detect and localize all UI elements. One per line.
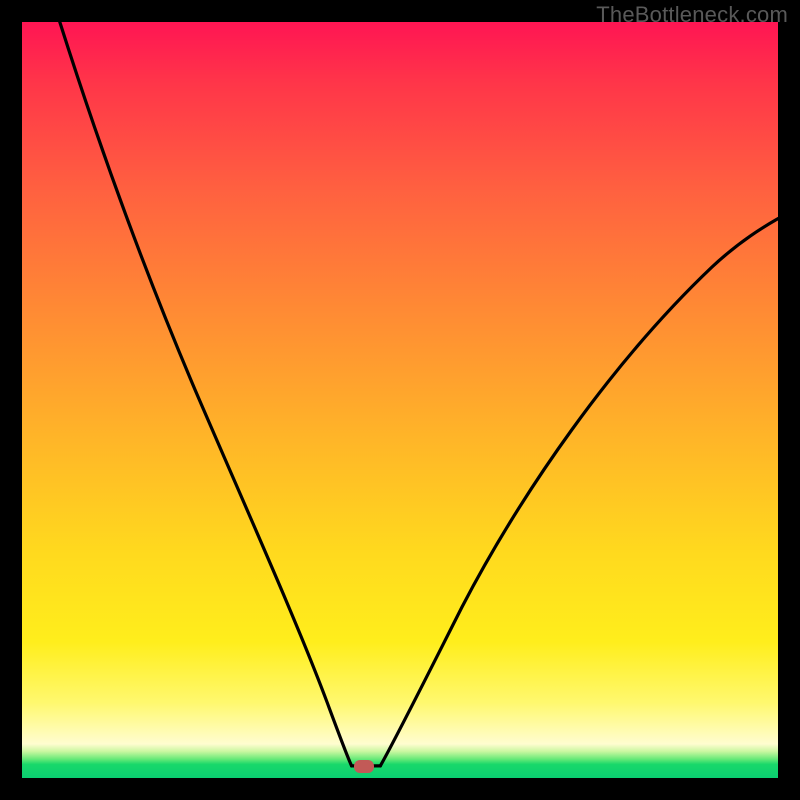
optimal-marker (354, 760, 374, 773)
watermark-text: TheBottleneck.com (596, 2, 788, 28)
chart-plot-area (22, 22, 778, 778)
